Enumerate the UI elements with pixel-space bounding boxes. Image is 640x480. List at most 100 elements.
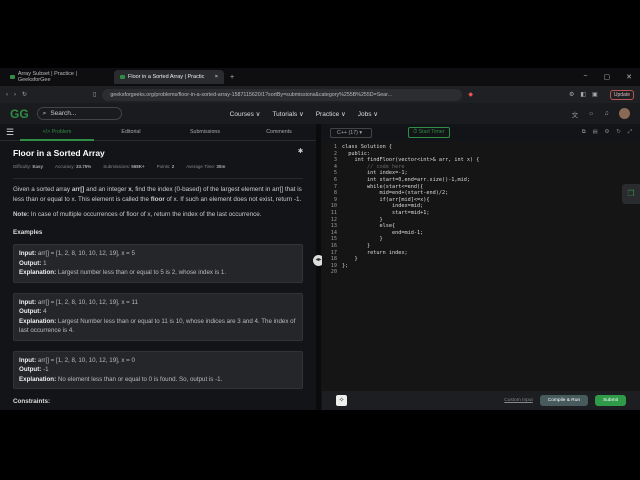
line-number: 7 bbox=[333, 183, 337, 190]
code-editor[interactable]: 1 class Solution {2 public: 3 int findFloo… bbox=[322, 142, 640, 391]
close-window-icon[interactable]: ✕ bbox=[626, 73, 632, 81]
editor-panel: C++ (17) ▾ ⏱ Start Timer ⧉ ▤ ⚙ ↻ ⤢ 1 class So… bbox=[322, 124, 640, 410]
line-number: 15 bbox=[330, 236, 337, 243]
line-number: 3 bbox=[333, 157, 337, 164]
submit-button[interactable]: Submit bbox=[595, 395, 626, 406]
update-button[interactable]: Update bbox=[609, 89, 634, 100]
code-line[interactable]: 12 } bbox=[322, 217, 640, 224]
points: 2 bbox=[171, 164, 175, 169]
problem-description: Given a sorted array arr[] and an intege… bbox=[13, 186, 302, 203]
line-number: 12 bbox=[330, 216, 337, 223]
forward-icon[interactable]: › bbox=[14, 92, 16, 98]
bell-icon[interactable]: ♫ bbox=[604, 110, 609, 117]
tab-submissions[interactable]: Submissions bbox=[168, 129, 242, 135]
reload-icon[interactable]: ↻ bbox=[22, 91, 27, 98]
search-input[interactable]: ⌕ Search... bbox=[36, 107, 122, 120]
code-text: // code here bbox=[342, 163, 405, 170]
code-text: mid=end+(start-end)/2; bbox=[342, 190, 449, 197]
copy-icon[interactable]: ⧉ bbox=[582, 129, 586, 136]
nav-tutorials[interactable]: Tutorials ∨ bbox=[272, 110, 303, 118]
code-text: int start=0,end=arr.size()-1,mid; bbox=[342, 176, 471, 183]
code-line[interactable]: 11 start=mid+1; bbox=[322, 210, 640, 217]
close-tab-icon[interactable]: × bbox=[215, 74, 218, 80]
chat-icon[interactable]: ❐ bbox=[622, 184, 640, 204]
code-line[interactable]: 17 return index; bbox=[322, 250, 640, 257]
example-output: 4 bbox=[43, 308, 47, 315]
lightbulb-icon[interactable]: ✧ bbox=[336, 395, 347, 406]
example-output: -1 bbox=[43, 366, 49, 373]
code-line[interactable]: 2 public: bbox=[322, 151, 640, 158]
code-text: if(arr[mid]<=x){ bbox=[342, 196, 430, 203]
tab-editorial[interactable]: Editorial bbox=[94, 129, 168, 135]
code-line[interactable]: 15 } bbox=[322, 236, 640, 243]
submissions-count: 568K+ bbox=[131, 164, 145, 169]
tab-array-subset[interactable]: Array Subset | Practice | GeeksforGee bbox=[4, 70, 114, 84]
example-input: arr[] = [1, 2, 8, 10, 10, 12, 19], x = 1… bbox=[37, 298, 138, 306]
url-field[interactable]: geeksforgeeks.org/problems/floor-in-a-so… bbox=[102, 88, 463, 101]
code-line[interactable]: 3 int findFloor(vector<int>& arr, int x)… bbox=[322, 157, 640, 164]
translate-icon[interactable]: 文 bbox=[572, 109, 579, 119]
bookmark-icon[interactable]: ▯ bbox=[93, 91, 96, 98]
wallet-icon[interactable]: ▣ bbox=[592, 91, 598, 98]
code-line[interactable]: 16 } bbox=[322, 243, 640, 250]
gfg-logo[interactable]: GG bbox=[10, 107, 29, 121]
fullscreen-icon[interactable]: ⤢ bbox=[628, 129, 632, 136]
code-line[interactable]: 9 if(arr[mid]<=x){ bbox=[322, 197, 640, 204]
line-number: 9 bbox=[333, 196, 337, 203]
avatar[interactable] bbox=[619, 108, 630, 119]
code-text: start=mid+1; bbox=[342, 209, 430, 216]
average-time: 30m bbox=[216, 164, 226, 169]
compile-run-button[interactable]: Compile & Run bbox=[539, 395, 589, 406]
line-number: 4 bbox=[333, 163, 337, 170]
code-line[interactable]: 4 // code here bbox=[322, 164, 640, 171]
code-line[interactable]: 19}; bbox=[322, 263, 640, 270]
tab-floor-sorted-array[interactable]: Floor in a Sorted Array | Practic × bbox=[114, 70, 224, 84]
nav-courses[interactable]: Courses ∨ bbox=[230, 110, 261, 118]
line-number: 13 bbox=[330, 223, 337, 230]
tab-comments[interactable]: Comments bbox=[242, 129, 316, 135]
extensions-icon[interactable]: ⚙ bbox=[569, 91, 574, 98]
code-line[interactable]: 8 mid=end+(start-end)/2; bbox=[322, 190, 640, 197]
code-line[interactable]: 20 bbox=[322, 269, 640, 276]
menu-icon[interactable]: ☰ bbox=[0, 127, 20, 138]
theme-icon[interactable]: ☼ bbox=[588, 110, 594, 117]
problem-note: Note: In case of multiple occurrences of… bbox=[13, 211, 262, 218]
tab-title: Floor in a Sorted Array | Practic bbox=[128, 74, 205, 80]
line-number: 5 bbox=[333, 170, 337, 177]
code-line[interactable]: 18 } bbox=[322, 256, 640, 263]
minimize-icon[interactable]: − bbox=[583, 73, 587, 81]
line-number: 11 bbox=[330, 209, 337, 216]
nav-practice[interactable]: Practice ∨ bbox=[316, 110, 346, 118]
new-tab-button[interactable]: + bbox=[230, 74, 234, 81]
maximize-icon[interactable]: ▢ bbox=[604, 73, 611, 81]
language-select[interactable]: C++ (17) ▾ bbox=[330, 127, 372, 138]
line-number: 6 bbox=[333, 176, 337, 183]
file-icon[interactable]: ▤ bbox=[593, 129, 598, 136]
gfg-favicon-icon bbox=[120, 75, 125, 79]
nav-jobs[interactable]: Jobs ∨ bbox=[358, 110, 378, 118]
line-number: 2 bbox=[333, 150, 337, 157]
code-text: int index=-1; bbox=[342, 170, 408, 177]
code-text: } bbox=[342, 242, 371, 249]
start-timer-button[interactable]: ⏱ Start Timer bbox=[408, 127, 450, 138]
code-line[interactable]: 5 int index=-1; bbox=[322, 170, 640, 177]
code-line[interactable]: 6 int start=0,end=arr.size()-1,mid; bbox=[322, 177, 640, 184]
bug-report-icon[interactable]: ✱ bbox=[298, 147, 303, 158]
back-icon[interactable]: ‹ bbox=[6, 92, 8, 98]
settings-icon[interactable]: ⚙ bbox=[605, 129, 610, 136]
code-line[interactable]: 10 index=mid; bbox=[322, 203, 640, 210]
code-line[interactable]: 1 class Solution { bbox=[322, 144, 640, 151]
code-line[interactable]: 13 else{ bbox=[322, 223, 640, 230]
reset-icon[interactable]: ↻ bbox=[616, 129, 620, 136]
sidebar-icon[interactable]: ◧ bbox=[580, 91, 586, 98]
code-line[interactable]: 14 end=mid-1; bbox=[322, 230, 640, 237]
search-icon: ⌕ bbox=[42, 109, 47, 117]
custom-input-link[interactable]: Custom Input bbox=[504, 398, 533, 403]
site-header: GG ⌕ Search... Courses ∨ Tutorials ∨ Prac… bbox=[0, 103, 640, 124]
problem-meta: Difficulty: Easy Accuracy: 33.75% Submis… bbox=[13, 162, 303, 179]
tab-problem[interactable]: </> Problem bbox=[20, 124, 94, 141]
panel-resizer[interactable] bbox=[316, 124, 321, 410]
code-line[interactable]: 7 while(start<=end){ bbox=[322, 184, 640, 191]
code-text: class Solution { bbox=[342, 144, 392, 150]
brave-shield-icon[interactable]: ◆ bbox=[468, 91, 473, 98]
